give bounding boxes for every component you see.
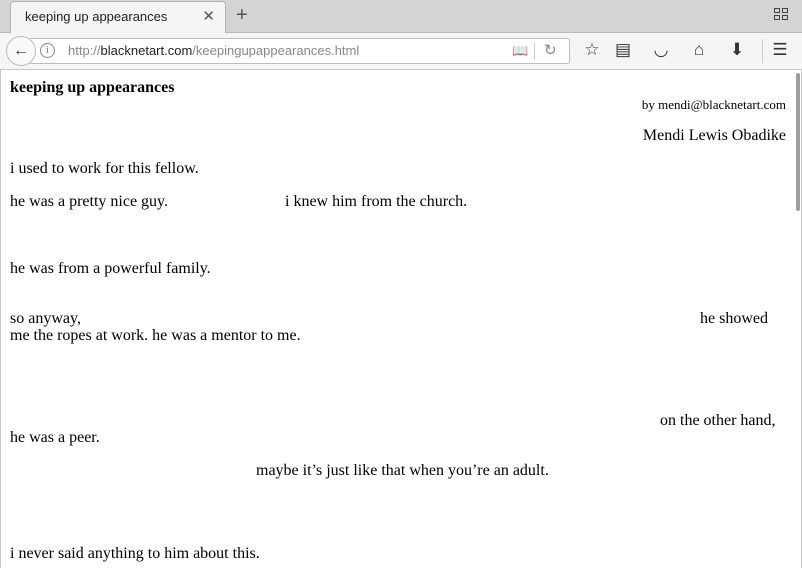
navigation-toolbar: i http://blacknetart.com/keepingupappear…	[0, 33, 802, 70]
url-divider	[534, 43, 535, 60]
page-content: keeping up appearances by mendi@blacknet…	[0, 70, 802, 568]
back-button[interactable]: ←	[6, 36, 36, 66]
tab-keeping-up-appearances[interactable]: keeping up appearances ✕	[10, 1, 226, 33]
text-line: so anyway,	[10, 310, 81, 327]
text-line: he was a peer.	[10, 429, 100, 446]
url-host: blacknetart.com	[100, 43, 193, 58]
info-icon[interactable]: i	[40, 43, 55, 58]
download-icon[interactable]: ⬇	[726, 40, 748, 60]
url-scheme: http://	[68, 43, 101, 58]
text-line: me the ropes at work. he was a mentor to…	[10, 327, 301, 344]
star-icon[interactable]: ☆	[581, 40, 603, 60]
url-bar[interactable]: i http://blacknetart.com/keepingupappear…	[30, 38, 570, 64]
home-icon[interactable]: ⌂	[688, 40, 710, 60]
hamburger-menu-icon[interactable]: ☰	[769, 40, 791, 60]
text-line: i knew him from the church.	[285, 193, 468, 210]
close-icon[interactable]: ✕	[202, 7, 215, 25]
pocket-icon[interactable]: ◡	[650, 40, 672, 60]
reload-icon[interactable]: ↻	[544, 41, 557, 59]
text-line: he was a pretty nice guy.	[10, 193, 169, 210]
url-text[interactable]: http://blacknetart.com/keepingupappearan…	[68, 43, 359, 58]
text-line: maybe it’s just like that when you’re an…	[256, 462, 549, 479]
toolbar-divider	[762, 39, 763, 63]
text-line: i never said anything to him about this.	[10, 545, 260, 562]
back-arrow-icon: ←	[13, 42, 29, 59]
tab-list-icon[interactable]	[774, 8, 790, 22]
author-name: Mendi Lewis Obadike	[642, 127, 786, 144]
tab-title: keeping up appearances	[25, 9, 168, 24]
scrollbar[interactable]	[796, 73, 800, 211]
new-tab-button[interactable]: +	[236, 4, 248, 27]
clipboard-icon[interactable]: ▤	[612, 40, 634, 60]
text-line: he was from a powerful family.	[10, 260, 211, 277]
reader-view-icon[interactable]: 📖	[512, 43, 528, 59]
url-path: /keepingupappearances.html	[192, 43, 360, 58]
page-title: keeping up appearances	[10, 79, 175, 96]
text-line: he showed	[700, 310, 768, 327]
text-line: on the other hand,	[660, 412, 776, 429]
byline: by mendi@blacknetart.com	[641, 97, 786, 112]
tab-strip: keeping up appearances ✕ +	[0, 0, 802, 33]
text-line: i used to work for this fellow.	[10, 160, 199, 177]
